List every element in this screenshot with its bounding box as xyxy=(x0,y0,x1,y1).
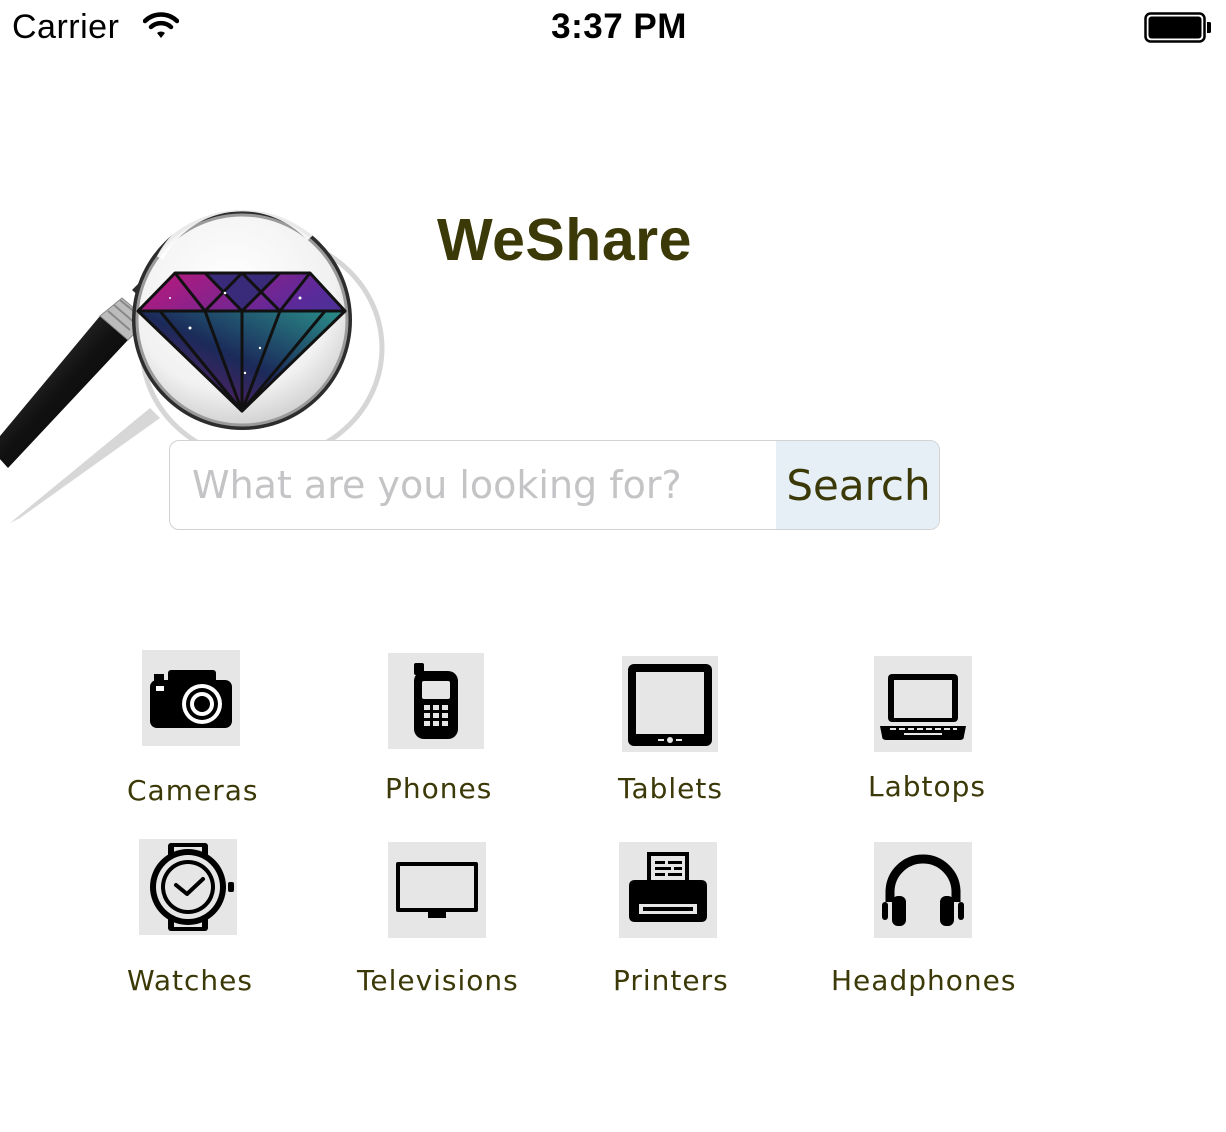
printer-icon[interactable] xyxy=(619,842,717,938)
category-label-laptops[interactable]: Labtops xyxy=(868,770,986,803)
category-label-watches[interactable]: Watches xyxy=(127,964,253,997)
category-label-phones[interactable]: Phones xyxy=(385,772,492,805)
television-icon[interactable] xyxy=(388,842,486,938)
category-label-televisions[interactable]: Televisions xyxy=(357,964,519,997)
clock-label: 3:37 PM xyxy=(551,7,687,46)
tablet-icon[interactable] xyxy=(622,656,718,752)
app-title: WeShare xyxy=(437,207,692,273)
category-label-headphones[interactable]: Headphones xyxy=(831,964,1016,997)
search-input[interactable] xyxy=(170,441,776,529)
battery-icon xyxy=(1144,12,1211,43)
category-label-printers[interactable]: Printers xyxy=(613,964,729,997)
category-label-tablets[interactable]: Tablets xyxy=(618,772,723,805)
search-bar: Search xyxy=(169,440,940,530)
watch-icon[interactable] xyxy=(139,839,237,935)
search-button[interactable]: Search xyxy=(776,441,939,529)
status-bar: Carrier 3:37 PM xyxy=(0,0,1226,56)
headphones-icon[interactable] xyxy=(874,842,972,938)
phone-icon[interactable] xyxy=(388,653,484,749)
laptop-icon[interactable] xyxy=(874,656,972,752)
category-label-cameras[interactable]: Cameras xyxy=(127,774,258,807)
camera-icon[interactable] xyxy=(142,650,240,746)
